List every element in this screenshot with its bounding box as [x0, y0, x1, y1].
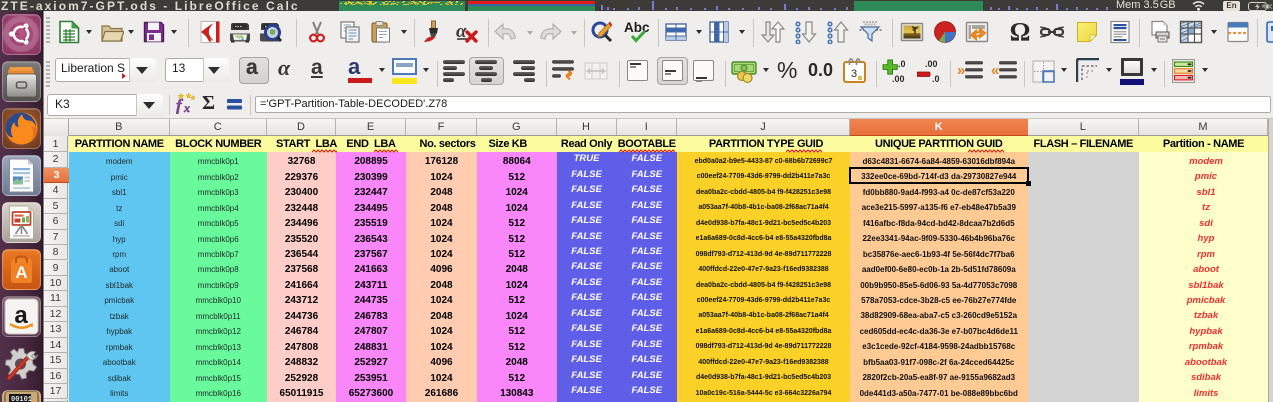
- svg-text:3: 3: [851, 68, 857, 80]
- svg-text:00101: 00101: [11, 396, 32, 402]
- svg-text:A: A: [15, 263, 27, 282]
- svg-text:.00: .00: [925, 59, 938, 69]
- svg-text:x: x: [183, 101, 190, 114]
- svg-text:.0: .0: [932, 74, 940, 84]
- svg-text:Ω: Ω: [1010, 19, 1031, 45]
- svg-text:«: «: [991, 62, 999, 79]
- svg-text:a: a: [14, 302, 28, 329]
- svg-text:»: »: [957, 62, 965, 79]
- svg-text:.00: .00: [892, 74, 905, 84]
- svg-text:.0: .0: [898, 59, 906, 69]
